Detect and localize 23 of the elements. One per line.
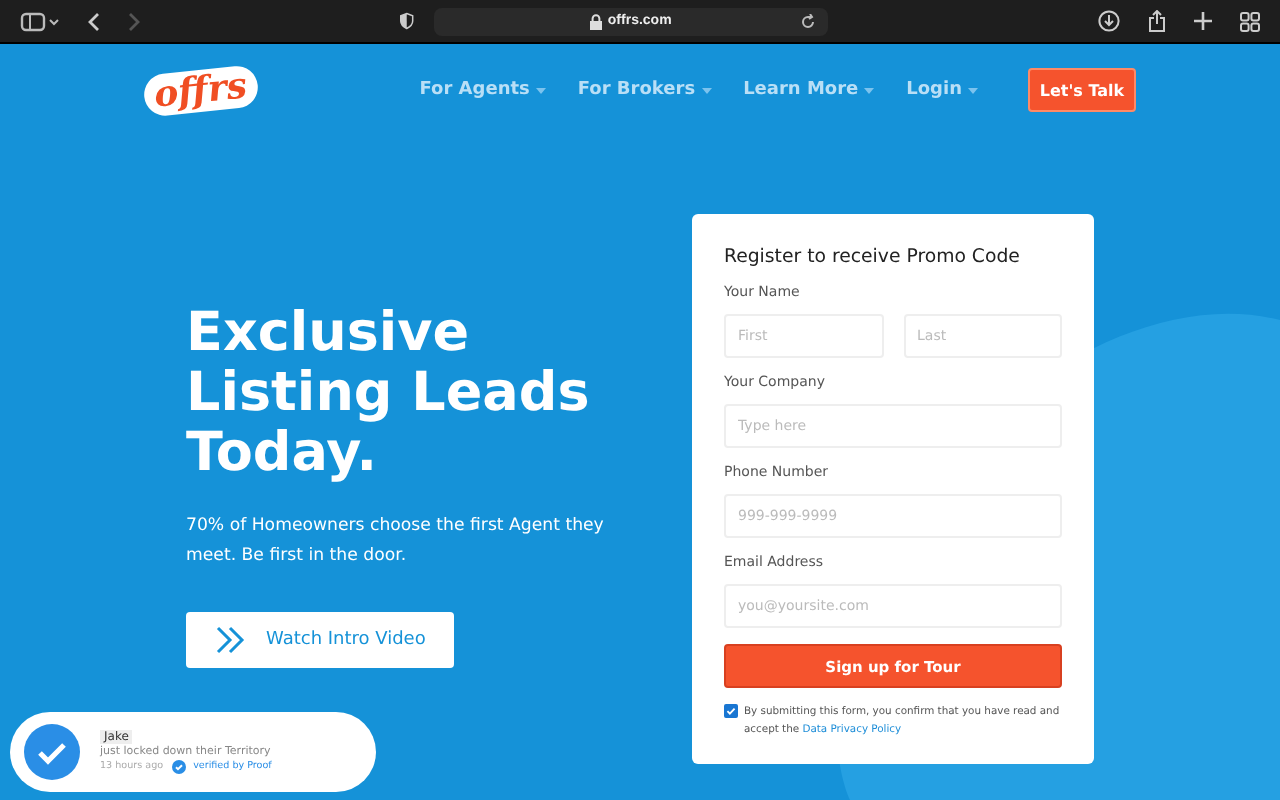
- nav-link[interactable]: Login: [906, 80, 978, 100]
- nav-link[interactable]: For Agents: [419, 80, 546, 100]
- download-icon[interactable]: [1098, 10, 1120, 32]
- hero-subtitle: 70% of Homeowners choose the first Agent they meet. Be first in the door.: [186, 514, 606, 570]
- consent-checkbox[interactable]: [724, 704, 738, 718]
- lock-icon: [589, 13, 602, 29]
- logo[interactable]: offrs: [142, 63, 259, 117]
- form-title: Register to receive Promo Code: [724, 246, 1022, 268]
- tabs-grid-icon[interactable]: [1240, 11, 1260, 31]
- back-icon[interactable]: [88, 11, 100, 31]
- hero-title: Exclusive Listing Leads Today.: [186, 304, 592, 484]
- check-circle-icon: [24, 724, 80, 780]
- share-icon[interactable]: [1148, 10, 1166, 32]
- verified-check-icon: [171, 760, 186, 774]
- plus-icon[interactable]: [1194, 12, 1212, 30]
- nav-link[interactable]: Learn More: [743, 80, 875, 100]
- nav-link[interactable]: For Brokers: [577, 80, 712, 100]
- shield-icon[interactable]: [400, 10, 414, 32]
- chevrons-icon: [214, 626, 246, 654]
- lets-talk-button[interactable]: Let's Talk: [1028, 68, 1136, 112]
- reload-icon[interactable]: [800, 13, 816, 29]
- watch-video-button[interactable]: Watch Intro Video: [186, 612, 454, 668]
- sidebar-icon[interactable]: [20, 11, 60, 31]
